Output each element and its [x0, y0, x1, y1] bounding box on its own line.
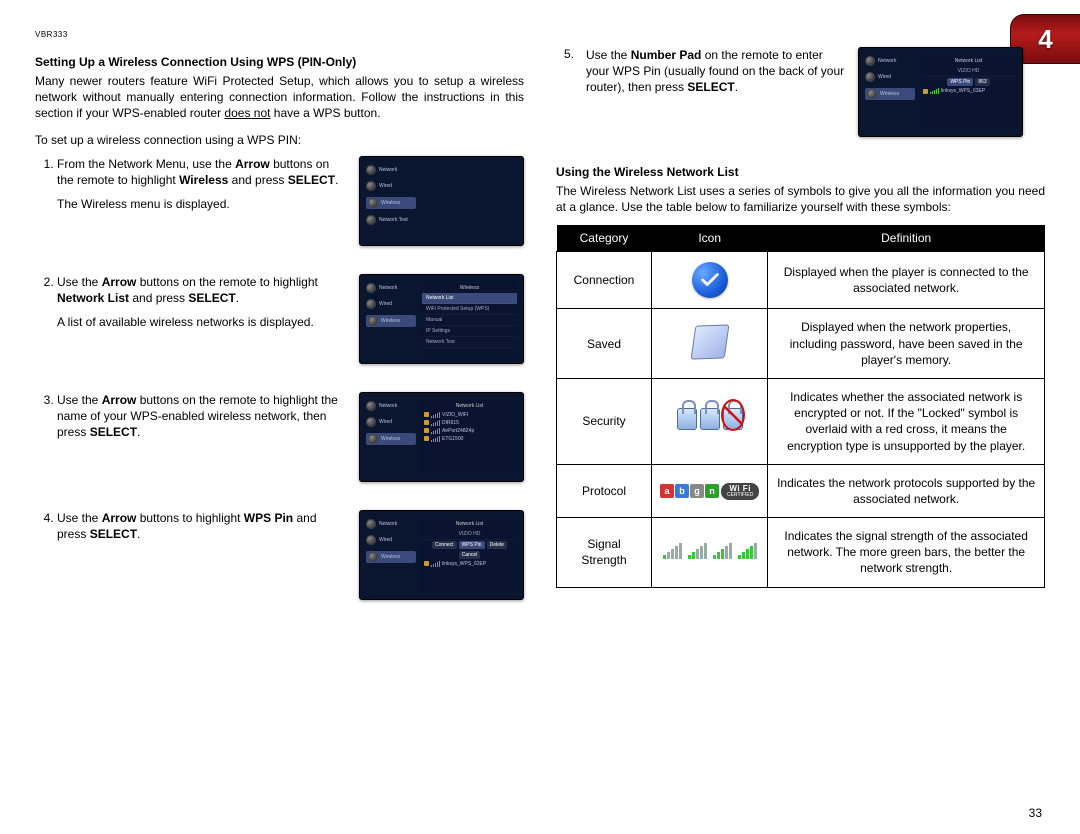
screenshot-step-1: NetworkWiredWirelessNetwork Test [359, 156, 524, 246]
lead-sentence: To set up a wireless connection using a … [35, 132, 524, 148]
steps-list: From the Network Menu, use the Arrow but… [35, 156, 524, 600]
table-row: Security Indicates whether the associated… [557, 378, 1045, 464]
screenshot-step-4: NetworkWiredWirelessNetwork ListVIZIO HD… [359, 510, 524, 600]
right-column: 5. Use the Number Pad on the remote to e… [556, 47, 1045, 628]
intro-paragraph: Many newer routers feature WiFi Protecte… [35, 73, 524, 122]
page-number: 33 [1029, 806, 1042, 820]
check-icon-cell [652, 252, 768, 309]
col-header-category: Category [557, 225, 652, 252]
definition-cell: Indicates the signal strength of the ass… [768, 518, 1045, 588]
floppy-disk-icon [693, 325, 727, 359]
table-row: Saved Displayed when the network properti… [557, 309, 1045, 379]
step-5-text: Use the Number Pad on the remote to ente… [586, 47, 846, 96]
step-3-text: Use the Arrow buttons on the remote to h… [57, 392, 347, 441]
screenshot-step-2: NetworkWiredWirelessWirelessNetwork List… [359, 274, 524, 364]
category-cell: Signal Strength [557, 518, 652, 588]
screenshot-step-3: NetworkWiredWirelessNetwork ListVIZIO_WI… [359, 392, 524, 482]
step-2-text: Use the Arrow buttons on the remote to h… [57, 274, 347, 331]
screenshot-step-5: NetworkWiredWirelessNetwork ListVIZIO HD… [858, 47, 1023, 137]
symbol-table: Category Icon Definition Connection Displ… [556, 225, 1045, 587]
step-4: Use the Arrow buttons to highlight WPS P… [57, 510, 524, 600]
step-2: Use the Arrow buttons on the remote to h… [57, 274, 524, 364]
definition-cell: Indicates the network protocols supporte… [768, 464, 1045, 517]
definition-cell: Indicates whether the associated network… [768, 378, 1045, 464]
table-row: Protocol abgnWi FiCERTIFIED Indicates the … [557, 464, 1045, 517]
category-cell: Saved [557, 309, 652, 379]
step-1: From the Network Menu, use the Arrow but… [57, 156, 524, 246]
section-title-wps-pin: Setting Up a Wireless Connection Using W… [35, 55, 524, 69]
step-5: 5. Use the Number Pad on the remote to e… [556, 47, 1045, 137]
category-cell: Protocol [557, 464, 652, 517]
definition-cell: Displayed when the network properties, i… [768, 309, 1045, 379]
category-cell: Security [557, 378, 652, 464]
signal-strength-icon [663, 541, 757, 559]
step-5-number: 5. [556, 47, 574, 61]
bars-icon-cell [652, 518, 768, 588]
checkmark-icon [692, 262, 728, 298]
table-row: Signal Strength Indicates the signal stre… [557, 518, 1045, 588]
lock-icons [677, 408, 743, 430]
left-column: Setting Up a Wireless Connection Using W… [35, 47, 524, 628]
locks-icon-cell [652, 378, 768, 464]
col-header-icon: Icon [652, 225, 768, 252]
wifi-protocol-icon: abgnWi FiCERTIFIED [660, 483, 759, 500]
save-icon-cell [652, 309, 768, 379]
table-row: Connection Displayed when the player is c… [557, 252, 1045, 309]
step-3: Use the Arrow buttons on the remote to h… [57, 392, 524, 482]
proto-icon-cell: abgnWi FiCERTIFIED [652, 464, 768, 517]
header-model: VBR333 [35, 30, 1045, 39]
col-header-definition: Definition [768, 225, 1045, 252]
definition-cell: Displayed when the player is connected t… [768, 252, 1045, 309]
network-list-intro: The Wireless Network List uses a series … [556, 183, 1045, 215]
step-4-text: Use the Arrow buttons to highlight WPS P… [57, 510, 347, 542]
category-cell: Connection [557, 252, 652, 309]
section-title-network-list: Using the Wireless Network List [556, 165, 1045, 179]
step-1-text: From the Network Menu, use the Arrow but… [57, 156, 347, 213]
